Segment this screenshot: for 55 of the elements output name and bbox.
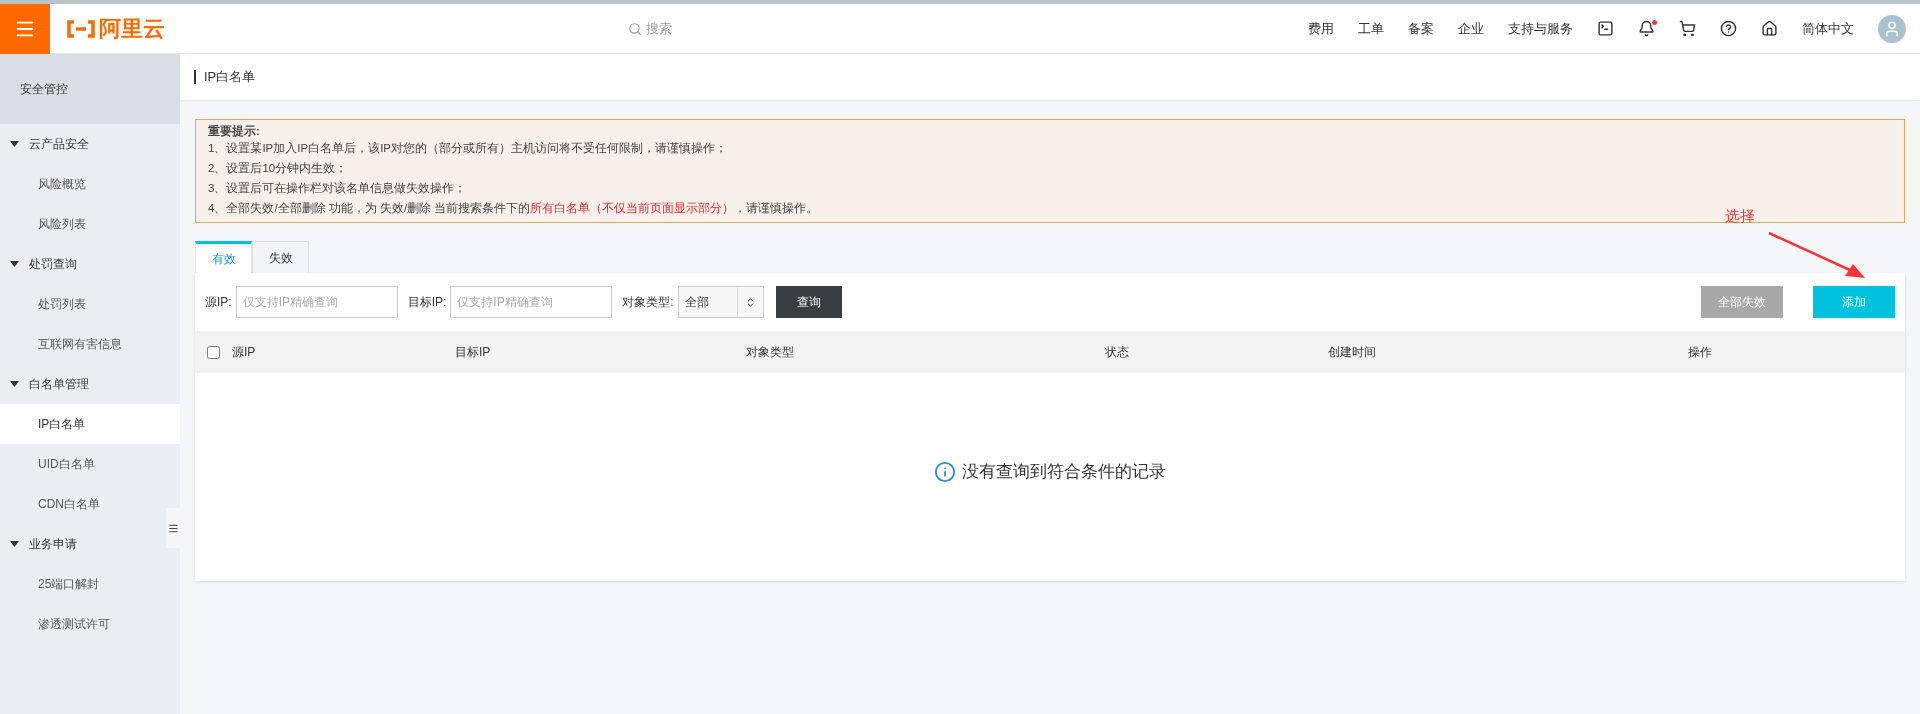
notice-line: 4、全部失效/全部删除 功能，为 失效/删除 当前搜索条件下的所有白名单（不仅当前页面显示部分），请谨慎操作。	[208, 201, 819, 216]
sidebar-item[interactable]: IP白名单	[0, 404, 180, 444]
column-header: 状态	[1105, 345, 1129, 359]
collapse-handle[interactable]	[166, 508, 180, 548]
notice-line: 1、设置某IP加入IP白名单后，该IP对您的（部分或所有）主机访问将不受任何限制，请谨慎操作；	[208, 141, 727, 156]
logo-text: 阿里云	[99, 15, 165, 43]
sidebar-item[interactable]: 25端口解封	[0, 564, 180, 604]
notice-line: 2、设置后10分钟内生效；	[208, 161, 348, 176]
sidebar-group[interactable]: 白名单管理	[0, 364, 164, 404]
nav-link[interactable]: 工单	[1358, 18, 1384, 39]
object-type-select[interactable]: 全部	[677, 286, 764, 318]
tab[interactable]: 失效	[252, 241, 309, 273]
help-icon[interactable]	[1720, 20, 1737, 37]
notice-title: 重要提示:	[208, 124, 261, 138]
query-button[interactable]: 查询	[775, 286, 842, 318]
sidebar-item[interactable]: 渗透测试许可	[0, 604, 180, 644]
cart-icon[interactable]	[1679, 20, 1696, 37]
nav-link[interactable]: 备案	[1408, 18, 1434, 39]
search-icon	[627, 21, 642, 36]
column-header: 对象类型	[746, 345, 794, 359]
sidebar-item[interactable]: CDN白名单	[0, 484, 180, 524]
nav-link[interactable]: 企业	[1458, 18, 1484, 39]
nav-link[interactable]: 费用	[1308, 18, 1334, 39]
sidebar-item[interactable]: UID白名单	[0, 444, 180, 484]
home-icon[interactable]	[1761, 20, 1778, 37]
column-header: 创建时间	[1328, 345, 1376, 359]
logo-icon	[66, 19, 96, 38]
sidebar-item[interactable]: 处罚列表	[0, 284, 180, 324]
sidebar-group[interactable]: 业务申请	[0, 524, 164, 564]
sidebar-item[interactable]: 风险概览	[0, 164, 180, 204]
empty-message: 没有查询到符合条件的记录	[962, 461, 1166, 484]
column-header: 源IP	[232, 345, 256, 359]
select-all-checkbox[interactable]	[207, 345, 220, 359]
filter-label: 源IP:	[205, 294, 232, 311]
annotation-label: 选择	[1725, 206, 1755, 226]
source-ip-field[interactable]: 仅支持IP精确查询	[235, 286, 398, 318]
sidebar-group[interactable]: 云产品安全	[0, 124, 164, 164]
search-field[interactable]: 搜索	[645, 18, 726, 39]
sidebar-item[interactable]: 互联网有害信息	[0, 324, 180, 364]
nav-link[interactable]: 支持与服务	[1508, 18, 1573, 39]
page-title: IP白名单	[204, 68, 256, 87]
filter-label: 对象类型:	[622, 294, 674, 311]
notice-line: 3、设置后可在操作栏对该名单信息做失效操作；	[208, 181, 467, 196]
terminal-icon[interactable]	[1597, 20, 1614, 37]
target-ip-field[interactable]: 仅支持IP精确查询	[450, 286, 613, 318]
bell-icon[interactable]	[1638, 20, 1655, 37]
sidebar-title: 安全管控	[20, 81, 68, 98]
filter-label: 目标IP:	[407, 294, 447, 311]
menu-button[interactable]	[0, 3, 50, 54]
column-header: 目标IP	[455, 345, 491, 359]
info-icon	[934, 461, 956, 483]
sidebar-group[interactable]: 处罚查询	[0, 244, 164, 284]
language-menu[interactable]: 简体中文	[1802, 18, 1854, 39]
column-header: 操作	[1688, 345, 1712, 359]
sidebar-item[interactable]: 风险列表	[0, 204, 180, 244]
